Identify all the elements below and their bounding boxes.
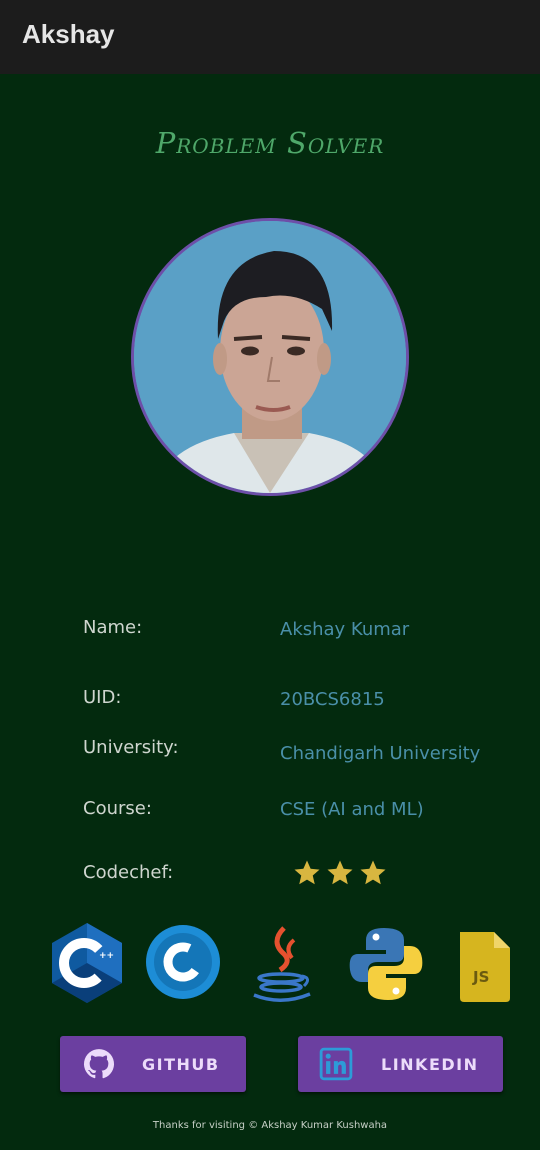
python-icon	[349, 928, 423, 1000]
app-title: Akshay	[22, 19, 115, 49]
linkedin-label: LINKEDIN	[381, 1055, 479, 1074]
course-value: CSE (AI and ML)	[280, 799, 424, 820]
github-label: GITHUB	[142, 1055, 220, 1074]
svg-text:++: ++	[99, 951, 114, 961]
uid-label: UID:	[83, 687, 122, 708]
footer-text: Thanks for visiting © Akshay Kumar Kushw…	[152, 1120, 388, 1131]
github-icon	[83, 1049, 115, 1079]
codechef-stars	[292, 857, 388, 893]
star-icon	[327, 860, 353, 885]
java-icon	[253, 926, 311, 1002]
app-bar: Akshay	[0, 0, 540, 74]
star-icon	[360, 860, 386, 885]
javascript-icon: JS	[460, 932, 510, 1002]
uid-value: 20BCS6815	[280, 689, 385, 710]
university-label: University:	[83, 737, 179, 758]
c-icon	[146, 925, 220, 999]
star-icon	[294, 860, 320, 885]
name-label: Name:	[83, 617, 143, 638]
github-button[interactable]: GITHUB	[60, 1036, 246, 1092]
svg-text:JS: JS	[472, 968, 489, 986]
codechef-label: Codechef:	[83, 862, 174, 883]
linkedin-icon	[319, 1047, 353, 1081]
course-label: Course:	[83, 798, 152, 819]
cpp-icon: ++	[52, 923, 122, 1003]
university-value: Chandigarh University	[280, 743, 481, 764]
linkedin-button[interactable]: LINKEDIN	[298, 1036, 503, 1092]
name-value: Akshay Kumar	[280, 619, 410, 640]
avatar	[131, 218, 409, 496]
headline: Problem Solver	[155, 126, 385, 160]
